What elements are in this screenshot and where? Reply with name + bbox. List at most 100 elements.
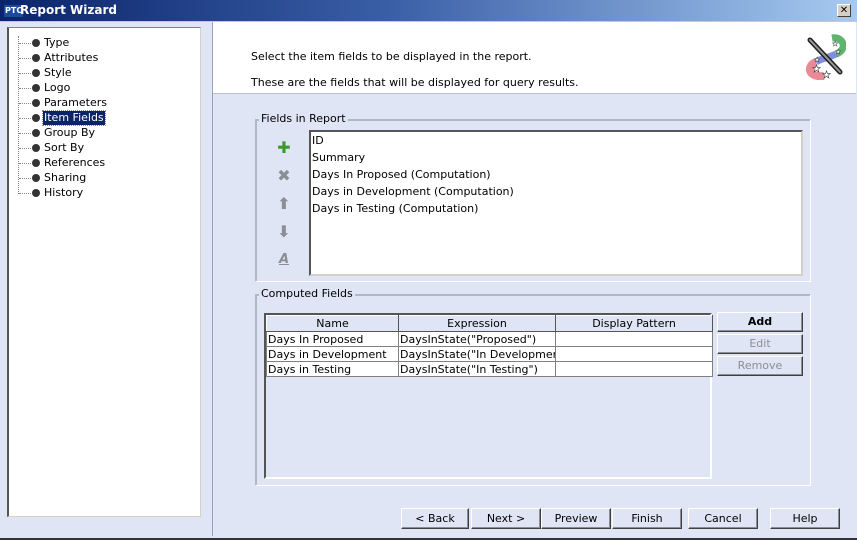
cell-pattern[interactable] [555,361,713,377]
step-bullet-icon [32,114,40,122]
step-bullet-icon [32,159,40,167]
step-bullet-icon [32,39,40,47]
sidebar-item-type[interactable]: Type [18,36,198,51]
back-button[interactable]: < Back [401,508,469,529]
move-up-icon[interactable]: ⬆ [274,194,294,214]
instruction-text: Select the item fields to be displayed i… [251,50,532,63]
description-text: These are the fields that will be displa… [251,76,579,89]
sidebar-item-label: Item Fields [42,110,106,126]
svg-text:★: ★ [812,64,821,75]
tree-connector [19,73,31,74]
header-panel: Select the item fields to be displayed i… [213,22,856,94]
computed-fields-title: Computed Fields [259,287,355,300]
svg-text:★: ★ [832,40,838,48]
cell-expression[interactable]: DaysInState("In Testing") [398,361,556,377]
sidebar-item-attributes[interactable]: Attributes [18,51,198,66]
close-button[interactable]: ✕ [837,4,851,17]
step-bullet-icon [32,99,40,107]
edit-computed-field-button[interactable]: Edit [717,334,803,354]
cell-expression[interactable]: DaysInState("In Development") [398,346,556,362]
svg-text:★: ★ [822,70,831,80]
computed-fields-group: Computed Fields Name Expression Display Pa… [255,287,811,486]
step-bullet-icon [32,174,40,182]
cancel-button[interactable]: Cancel [688,508,758,529]
sidebar-item-history[interactable]: History [18,186,198,201]
step-bullet-icon [32,144,40,152]
list-item[interactable]: Summary [311,149,801,166]
list-item[interactable]: Days In Proposed (Computation) [311,166,801,183]
tree-connector [19,118,31,119]
next-button[interactable]: Next > [471,508,541,529]
cell-name[interactable]: Days in Development [266,346,399,362]
sidebar-item-label: Parameters [44,96,107,109]
finish-button[interactable]: Finish [612,508,682,529]
tree-connector [19,103,31,104]
sidebar-item-sort-by[interactable]: Sort By [18,141,198,156]
sidebar-item-label: Sharing [44,171,87,184]
move-down-icon[interactable]: ⬇ [274,222,294,242]
wizard-frame: Type Attributes Style Logo Parameters Item Fi… [0,22,857,540]
sidebar-item-label: Style [44,66,72,79]
add-field-icon[interactable]: ✚ [274,138,294,158]
step-bullet-icon [32,54,40,62]
fields-in-report-group: Fields in Report ✚ ✖ ⬆ ⬇ A ID Summary Days In … [255,112,811,282]
magic-wand-icon: ★ ★ ★ ★ ★ [805,34,846,80]
tree-connector [19,178,31,179]
remove-field-icon[interactable]: ✖ [274,166,294,186]
sidebar-item-sharing[interactable]: Sharing [18,171,198,186]
column-header-name[interactable]: Name [266,315,399,332]
step-bullet-icon [32,69,40,77]
fields-in-report-title: Fields in Report [259,112,348,125]
sidebar-item-group-by[interactable]: Group By [18,126,198,141]
wizard-steps-tree: Type Attributes Style Logo Parameters Item Fi… [7,27,201,517]
sidebar-item-parameters[interactable]: Parameters [18,96,198,111]
table-row[interactable]: Days in Development DaysInState("In Devel… [266,346,713,362]
add-computed-field-button[interactable]: Add [717,312,803,332]
tree-connector [19,88,31,89]
title-bar: PTC Report Wizard ✕ [0,0,857,22]
cell-pattern[interactable] [555,346,713,362]
svg-text:★: ★ [835,48,841,56]
sidebar-item-label: Type [44,36,70,49]
step-bullet-icon [32,189,40,197]
rename-field-icon[interactable]: A [274,250,294,270]
cell-pattern[interactable] [555,331,713,347]
cell-name[interactable]: Days In Proposed [266,331,399,347]
sidebar-item-logo[interactable]: Logo [18,81,198,96]
close-icon: ✕ [839,5,849,16]
tree-connector [19,148,31,149]
tree-connector [19,163,31,164]
table-header-row: Name Expression Display Pattern [266,315,713,332]
tree-connector [19,58,31,59]
svg-text:★: ★ [814,56,820,64]
list-item[interactable]: Days in Development (Computation) [311,183,801,200]
computed-fields-table[interactable]: Name Expression Display Pattern Days In Pr… [264,313,713,479]
table-row[interactable]: Days In Proposed DaysInState("Proposed") [266,331,713,347]
preview-button[interactable]: Preview [541,508,611,529]
sidebar-item-label: History [44,186,84,199]
sidebar-item-label: Attributes [44,51,99,64]
table-row[interactable]: Days in Testing DaysInState("In Testing") [266,361,713,377]
sidebar-item-item-fields[interactable]: Item Fields [18,110,198,126]
main-panel: Select the item fields to be displayed i… [212,22,857,536]
cell-expression[interactable]: DaysInState("Proposed") [398,331,556,347]
window-title: Report Wizard [20,3,117,17]
cell-name[interactable]: Days in Testing [266,361,399,377]
sidebar-item-style[interactable]: Style [18,66,198,81]
column-header-display-pattern[interactable]: Display Pattern [555,315,713,332]
remove-computed-field-button[interactable]: Remove [717,356,803,376]
list-item[interactable]: Days in Testing (Computation) [311,200,801,217]
sidebar-item-label: Logo [44,81,71,94]
sidebar-item-label: Sort By [44,141,85,154]
step-bullet-icon [32,84,40,92]
help-button[interactable]: Help [770,508,840,529]
sidebar-item-label: References [44,156,106,169]
tree-connector [19,133,31,134]
sidebar-item-references[interactable]: References [18,156,198,171]
sidebar-item-label: Group By [44,126,96,139]
step-bullet-icon [32,129,40,137]
column-header-expression[interactable]: Expression [398,315,556,332]
tree-connector [19,43,31,44]
fields-list[interactable]: ID Summary Days In Proposed (Computation) D… [309,130,803,276]
list-item[interactable]: ID [311,132,801,149]
